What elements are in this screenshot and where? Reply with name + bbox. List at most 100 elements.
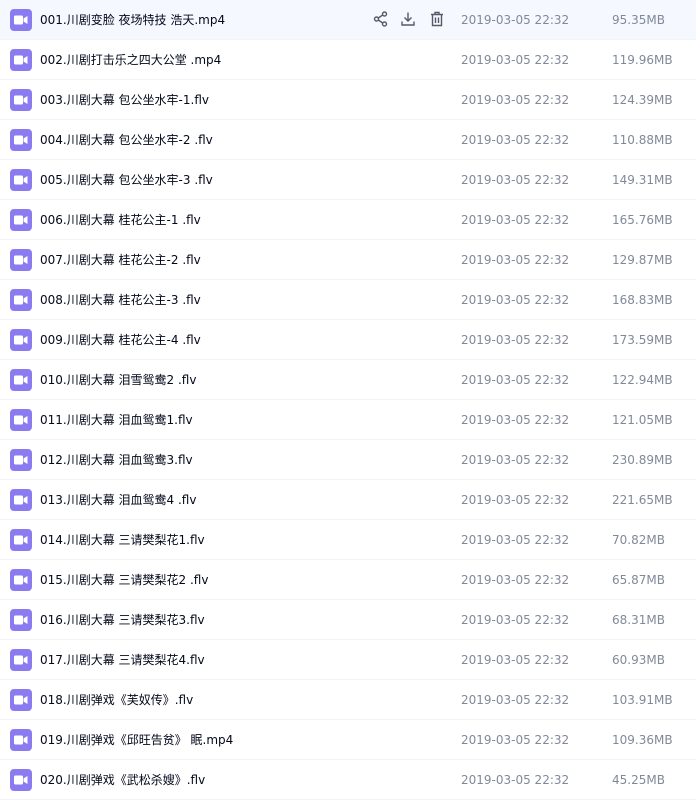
- video-file-icon: [10, 489, 32, 511]
- file-row[interactable]: 012.川剧大幕 泪血鸳鸯3.flv 2019-03-05 22:32 230.…: [0, 440, 696, 480]
- modified-date: 2019-03-05 22:32: [461, 533, 570, 547]
- modified-date: 2019-03-05 22:32: [461, 573, 570, 587]
- file-row[interactable]: 002.川剧打击乐之四大公堂 .mp4 2019-03-05 22:32 119…: [0, 40, 696, 80]
- file-size: 221.65MB: [612, 493, 673, 507]
- video-file-icon: [10, 649, 32, 671]
- file-name[interactable]: 011.川剧大幕 泪血鸳鸯1.flv: [40, 411, 193, 429]
- file-row[interactable]: 019.川剧弹戏《邱旺告贫》 眠.mp4 2019-03-05 22:32 10…: [0, 720, 696, 760]
- share-icon[interactable]: [372, 10, 390, 28]
- modified-date: 2019-03-05 22:32: [461, 693, 570, 707]
- modified-date: 2019-03-05 22:32: [461, 493, 570, 507]
- file-row[interactable]: 003.川剧大幕 包公坐水牢-1.flv 2019-03-05 22:32 12…: [0, 80, 696, 120]
- file-size: 122.94MB: [612, 373, 673, 387]
- file-size: 121.05MB: [612, 413, 673, 427]
- modified-date: 2019-03-05 22:32: [461, 413, 570, 427]
- file-size: 173.59MB: [612, 333, 673, 347]
- video-file-icon: [10, 529, 32, 551]
- modified-date: 2019-03-05 22:32: [461, 173, 570, 187]
- file-name[interactable]: 020.川剧弹戏《武松杀嫂》.flv: [40, 771, 205, 789]
- video-file-icon: [10, 9, 32, 31]
- file-row[interactable]: 016.川剧大幕 三请樊梨花3.flv 2019-03-05 22:32 68.…: [0, 600, 696, 640]
- video-file-icon: [10, 209, 32, 231]
- file-size: 60.93MB: [612, 653, 665, 667]
- file-row[interactable]: 013.川剧大幕 泪血鸳鸯4 .flv 2019-03-05 22:32 221…: [0, 480, 696, 520]
- file-size: 45.25MB: [612, 773, 665, 787]
- modified-date: 2019-03-05 22:32: [461, 453, 570, 467]
- file-name[interactable]: 015.川剧大幕 三请樊梨花2 .flv: [40, 571, 208, 589]
- file-size: 168.83MB: [612, 293, 673, 307]
- modified-date: 2019-03-05 22:32: [461, 133, 570, 147]
- video-file-icon: [10, 129, 32, 151]
- file-size: 124.39MB: [612, 93, 673, 107]
- file-name[interactable]: 014.川剧大幕 三请樊梨花1.flv: [40, 531, 205, 549]
- modified-date: 2019-03-05 22:32: [461, 253, 570, 267]
- file-row[interactable]: 001.川剧变脸 夜场特技 浩天.mp4 2019-03-05 22:32 95…: [0, 0, 696, 40]
- file-name[interactable]: 013.川剧大幕 泪血鸳鸯4 .flv: [40, 491, 196, 509]
- video-file-icon: [10, 609, 32, 631]
- download-icon[interactable]: [399, 10, 417, 28]
- file-name[interactable]: 002.川剧打击乐之四大公堂 .mp4: [40, 51, 221, 69]
- file-row[interactable]: 018.川剧弹戏《芙奴传》.flv 2019-03-05 22:32 103.9…: [0, 680, 696, 720]
- file-size: 230.89MB: [612, 453, 673, 467]
- modified-date: 2019-03-05 22:32: [461, 293, 570, 307]
- file-row[interactable]: 005.川剧大幕 包公坐水牢-3 .flv 2019-03-05 22:32 1…: [0, 160, 696, 200]
- video-file-icon: [10, 49, 32, 71]
- file-size: 65.87MB: [612, 573, 665, 587]
- video-file-icon: [10, 409, 32, 431]
- trash-icon[interactable]: [428, 10, 446, 28]
- file-size: 165.76MB: [612, 213, 673, 227]
- file-row[interactable]: 007.川剧大幕 桂花公主-2 .flv 2019-03-05 22:32 12…: [0, 240, 696, 280]
- file-name[interactable]: 004.川剧大幕 包公坐水牢-2 .flv: [40, 131, 213, 149]
- file-list: 001.川剧变脸 夜场特技 浩天.mp4 2019-03-05 22:32 95…: [0, 0, 696, 800]
- modified-date: 2019-03-05 22:32: [461, 213, 570, 227]
- file-row[interactable]: 008.川剧大幕 桂花公主-3 .flv 2019-03-05 22:32 16…: [0, 280, 696, 320]
- file-size: 95.35MB: [612, 13, 665, 27]
- file-size: 109.36MB: [612, 733, 673, 747]
- video-file-icon: [10, 89, 32, 111]
- file-size: 149.31MB: [612, 173, 673, 187]
- modified-date: 2019-03-05 22:32: [461, 653, 570, 667]
- file-row[interactable]: 011.川剧大幕 泪血鸳鸯1.flv 2019-03-05 22:32 121.…: [0, 400, 696, 440]
- modified-date: 2019-03-05 22:32: [461, 333, 570, 347]
- video-file-icon: [10, 689, 32, 711]
- video-file-icon: [10, 449, 32, 471]
- file-row[interactable]: 014.川剧大幕 三请樊梨花1.flv 2019-03-05 22:32 70.…: [0, 520, 696, 560]
- file-size: 103.91MB: [612, 693, 673, 707]
- file-size: 70.82MB: [612, 533, 665, 547]
- video-file-icon: [10, 289, 32, 311]
- video-file-icon: [10, 369, 32, 391]
- modified-date: 2019-03-05 22:32: [461, 93, 570, 107]
- file-name[interactable]: 010.川剧大幕 泪雪鸳鸯2 .flv: [40, 371, 196, 389]
- file-name[interactable]: 005.川剧大幕 包公坐水牢-3 .flv: [40, 171, 213, 189]
- modified-date: 2019-03-05 22:32: [461, 53, 570, 67]
- file-name[interactable]: 012.川剧大幕 泪血鸳鸯3.flv: [40, 451, 193, 469]
- file-name[interactable]: 016.川剧大幕 三请樊梨花3.flv: [40, 611, 205, 629]
- video-file-icon: [10, 169, 32, 191]
- video-file-icon: [10, 569, 32, 591]
- file-name[interactable]: 009.川剧大幕 桂花公主-4 .flv: [40, 331, 201, 349]
- file-size: 110.88MB: [612, 133, 673, 147]
- modified-date: 2019-03-05 22:32: [461, 613, 570, 627]
- file-row[interactable]: 010.川剧大幕 泪雪鸳鸯2 .flv 2019-03-05 22:32 122…: [0, 360, 696, 400]
- file-row[interactable]: 004.川剧大幕 包公坐水牢-2 .flv 2019-03-05 22:32 1…: [0, 120, 696, 160]
- file-name[interactable]: 019.川剧弹戏《邱旺告贫》 眠.mp4: [40, 731, 233, 749]
- file-name[interactable]: 008.川剧大幕 桂花公主-3 .flv: [40, 291, 201, 309]
- video-file-icon: [10, 329, 32, 351]
- file-row[interactable]: 006.川剧大幕 桂花公主-1 .flv 2019-03-05 22:32 16…: [0, 200, 696, 240]
- video-file-icon: [10, 729, 32, 751]
- file-name[interactable]: 001.川剧变脸 夜场特技 浩天.mp4: [40, 11, 225, 29]
- file-name[interactable]: 006.川剧大幕 桂花公主-1 .flv: [40, 211, 201, 229]
- file-row[interactable]: 015.川剧大幕 三请樊梨花2 .flv 2019-03-05 22:32 65…: [0, 560, 696, 600]
- file-size: 68.31MB: [612, 613, 665, 627]
- file-name[interactable]: 003.川剧大幕 包公坐水牢-1.flv: [40, 91, 209, 109]
- file-name[interactable]: 007.川剧大幕 桂花公主-2 .flv: [40, 251, 201, 269]
- file-name[interactable]: 018.川剧弹戏《芙奴传》.flv: [40, 691, 193, 709]
- file-row[interactable]: 017.川剧大幕 三请樊梨花4.flv 2019-03-05 22:32 60.…: [0, 640, 696, 680]
- file-size: 119.96MB: [612, 53, 673, 67]
- file-row[interactable]: 009.川剧大幕 桂花公主-4 .flv 2019-03-05 22:32 17…: [0, 320, 696, 360]
- file-name[interactable]: 017.川剧大幕 三请樊梨花4.flv: [40, 651, 205, 669]
- modified-date: 2019-03-05 22:32: [461, 13, 570, 27]
- file-size: 129.87MB: [612, 253, 673, 267]
- modified-date: 2019-03-05 22:32: [461, 373, 570, 387]
- file-row[interactable]: 020.川剧弹戏《武松杀嫂》.flv 2019-03-05 22:32 45.2…: [0, 760, 696, 800]
